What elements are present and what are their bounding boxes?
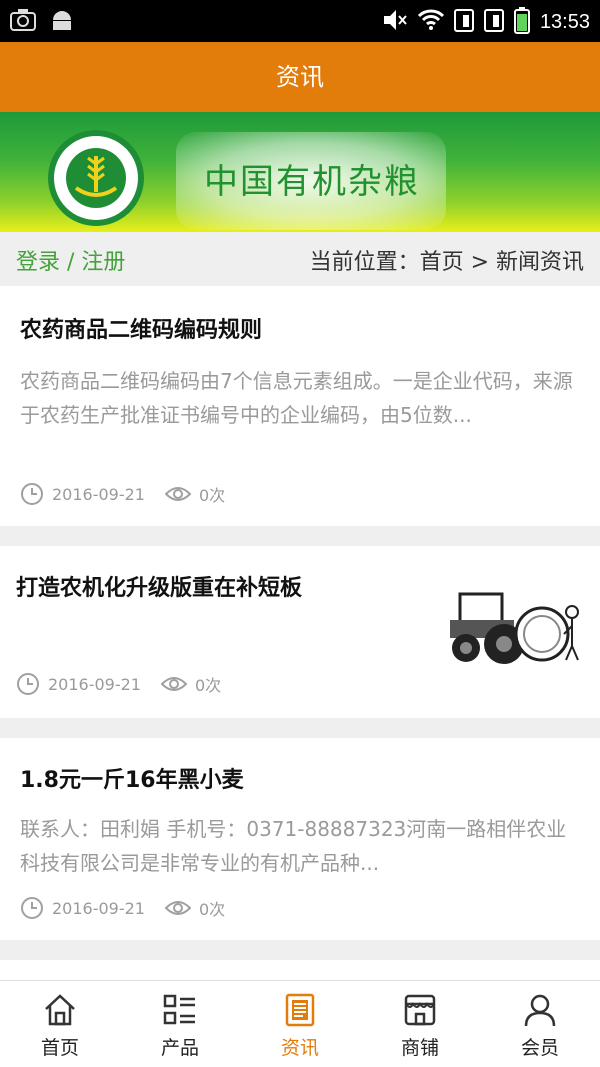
nav-label: 会员 <box>520 1037 559 1059</box>
article-views: 0次 <box>194 676 222 695</box>
article-date: 2016-09-21 <box>48 674 141 694</box>
eye-icon <box>164 487 191 501</box>
screenshot-icon <box>10 8 36 36</box>
nav-label: 资讯 <box>280 1037 319 1059</box>
article-title: 农药商品二维码编码规则 <box>20 318 263 343</box>
nav-member[interactable]: 会员 <box>480 981 600 1067</box>
list-item[interactable] <box>0 960 600 980</box>
sim1-icon <box>453 7 474 37</box>
nav-news[interactable]: 资讯 <box>240 981 360 1067</box>
list-item[interactable]: 农药商品二维码编码规则 农药商品二维码编码由7个信息元素组成。一是企业代码，来源… <box>0 286 600 526</box>
clock-icon <box>21 483 43 505</box>
clock-icon <box>21 897 43 919</box>
status-bar: 13:53 <box>0 0 600 42</box>
article-date: 2016-09-21 <box>52 484 145 504</box>
eye-icon <box>160 677 187 691</box>
list-item[interactable]: 打造农机化升级版重在补短板 2016-09-21 0次 <box>0 546 600 718</box>
organic-logo-icon <box>48 130 144 226</box>
grid-list-icon <box>163 994 195 1025</box>
nav-stores[interactable]: 商铺 <box>360 981 480 1067</box>
mute-icon <box>382 8 408 36</box>
eye-icon <box>164 901 191 915</box>
nav-home[interactable]: 首页 <box>0 981 120 1067</box>
article-date: 2016-09-21 <box>52 898 145 918</box>
sim2-icon <box>483 7 504 37</box>
document-icon <box>285 993 315 1027</box>
current-location: 当前位置：首页 > 新闻资讯 <box>309 250 584 275</box>
user-icon <box>524 994 556 1027</box>
nav-label: 商铺 <box>400 1037 439 1059</box>
article-views: 0次 <box>198 486 226 505</box>
wifi-icon <box>417 9 444 35</box>
article-views: 0次 <box>198 900 226 919</box>
nav-products[interactable]: 产品 <box>120 981 240 1067</box>
battery-icon <box>513 6 530 38</box>
clock: 13:53 <box>539 10 590 33</box>
list-item[interactable]: 1.8元一斤16年黑小麦 联系人：田利娟 手机号：0371-88887323河南… <box>0 738 600 940</box>
article-title: 1.8元一斤16年黑小麦 <box>20 768 244 793</box>
article-summary: 联系人：田利娟 手机号：0371-88887323河南一路相伴农业科技有限公司是… <box>20 817 567 875</box>
breadcrumb: 登录 / 注册 当前位置：首页 > 新闻资讯 <box>0 232 600 286</box>
nav-label: 首页 <box>40 1037 79 1059</box>
page-title: 资讯 <box>0 42 600 112</box>
store-icon <box>404 994 436 1026</box>
banner-title: 中国有机杂粮 <box>204 162 420 202</box>
android-icon <box>50 8 74 36</box>
article-summary: 农药商品二维码编码由7个信息元素组成。一是企业代码，来源于农药生产批准证书编号中… <box>20 369 573 427</box>
article-title: 打造农机化升级版重在补短板 <box>16 576 303 601</box>
clock-icon <box>17 673 39 695</box>
bottom-nav: 首页 产品 资讯 商铺 会员 <box>0 980 600 1067</box>
banner: 中国有机杂粮 <box>0 112 600 232</box>
tractor-thumbnail <box>438 586 584 678</box>
login-register-link[interactable]: 登录 / 注册 <box>16 244 125 276</box>
nav-label: 产品 <box>160 1037 199 1059</box>
home-icon <box>45 994 75 1026</box>
